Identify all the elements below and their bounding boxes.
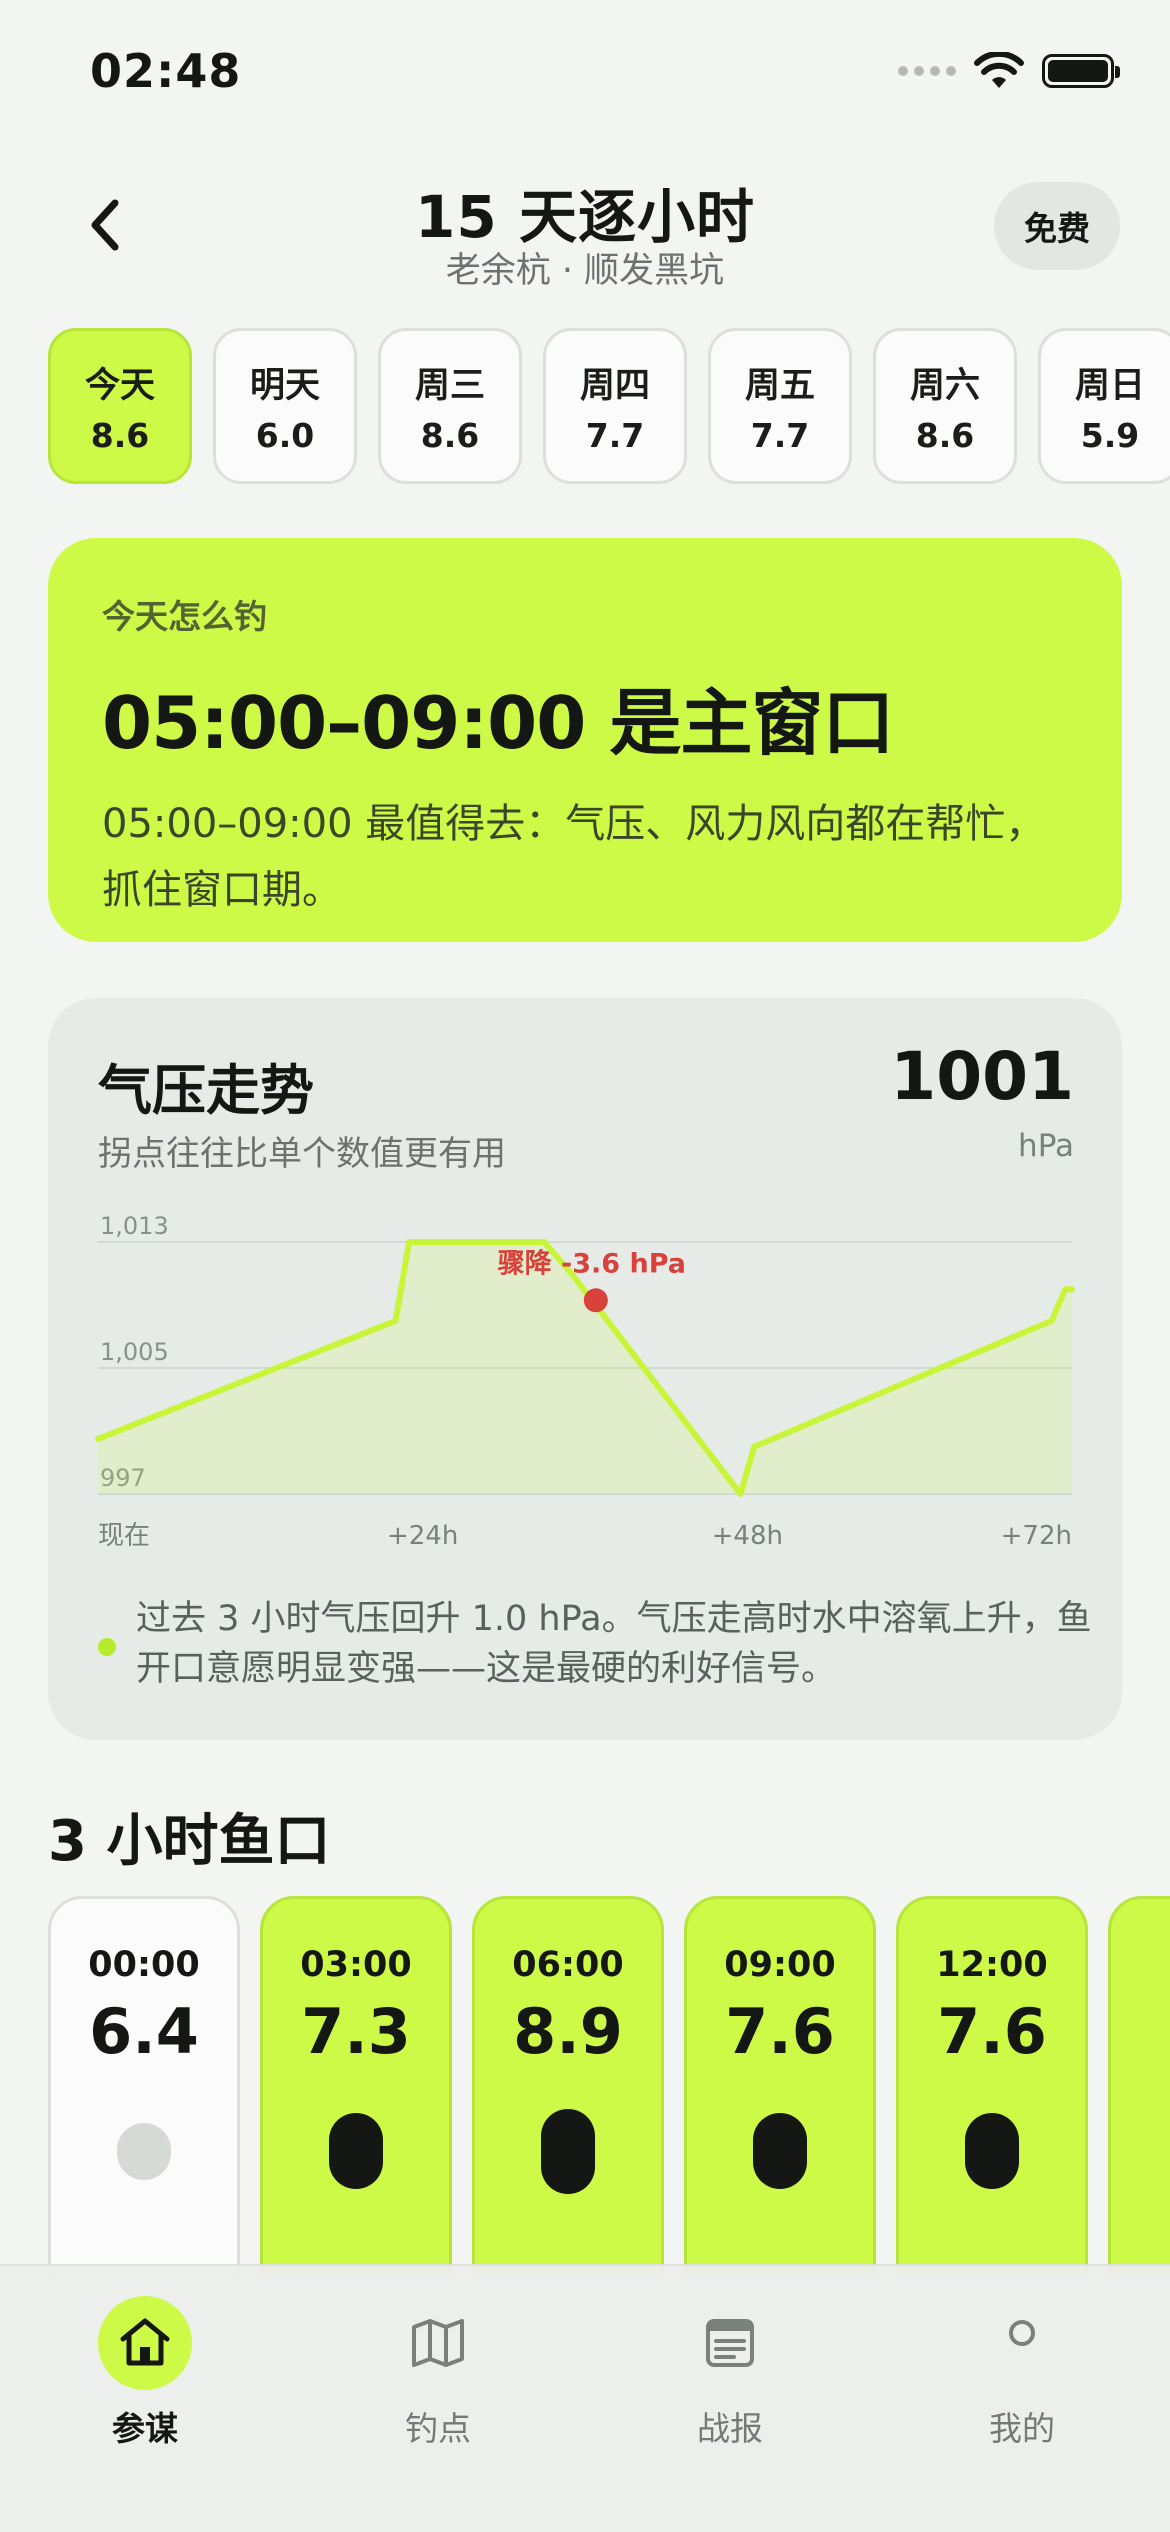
pressure-drop-marker	[583, 1288, 608, 1313]
main-window-title: 05:00–09:00 是主窗口	[102, 681, 894, 765]
tab-home[interactable]: 参谋	[45, 2296, 245, 2466]
day-tab[interactable]: 明天 6.0	[213, 328, 357, 484]
free-badge[interactable]: 免费	[994, 182, 1120, 270]
header: 15 天逐小时 老余杭 · 顺发黑坑 免费	[0, 150, 1170, 300]
profile-icon	[975, 2296, 1069, 2390]
pressure-note: 过去 3 小时气压回升 1.0 hPa。气压走高时水中溶氧上升，鱼开口意愿明显变…	[136, 1599, 1092, 1689]
x-tick-label: +24h	[387, 1521, 458, 1551]
hour-score: 7.6	[725, 1995, 835, 2068]
day-tab-score: 7.7	[750, 416, 810, 455]
hour-card[interactable]: 00:00 6.4	[48, 1896, 240, 2276]
hourly-list: 00:00 6.4 03:00 7.3 06:00 8.9 09:00 7.6 12:00 7.6	[48, 1896, 1170, 2276]
status-bar: 02:48	[0, 0, 1170, 140]
day-tab-label: 周四	[579, 366, 650, 406]
wifi-icon	[974, 52, 1024, 88]
hourly-section-title: 3 小时鱼口	[48, 1809, 331, 1874]
card-eyebrow: 今天怎么钓	[102, 597, 267, 636]
day-tab-label: 明天	[249, 366, 320, 406]
x-tick-label: +72h	[1001, 1521, 1072, 1551]
fishing-window-card: 今天怎么钓 05:00–09:00 是主窗口 05:00–09:00 最值得去：…	[48, 538, 1122, 942]
home-icon	[98, 2296, 192, 2390]
bite-level-indicator	[117, 2122, 171, 2180]
day-tabs: 今天 8.6 明天 6.0 周三 8.6 周四 7.7 周五 7.7 周六 8.6 周日 5.9	[48, 328, 1170, 484]
day-tab-label: 今天	[84, 366, 155, 406]
status-time: 02:48	[90, 44, 242, 98]
day-tab-score: 8.6	[915, 416, 975, 455]
battery-icon	[1042, 54, 1120, 88]
bite-level-indicator	[541, 2108, 595, 2194]
hour-score: 7.6	[937, 1995, 1047, 2068]
hour-time: 06:00	[512, 1945, 624, 1985]
hour-score: 7.3	[301, 1995, 411, 2068]
day-tab-score: 6.0	[255, 416, 315, 455]
day-tab-score: 8.6	[420, 416, 480, 455]
bite-level-indicator	[753, 2113, 807, 2189]
y-tick-label: 1,013	[100, 1212, 169, 1240]
note-bullet-icon	[98, 1638, 116, 1656]
hour-score: 6.4	[89, 1995, 199, 2068]
tab-profile[interactable]: 我的	[922, 2296, 1122, 2466]
y-tick-label: 1,005	[100, 1338, 169, 1366]
day-tab[interactable]: 今天 8.6	[48, 328, 192, 484]
window-description: 05:00–09:00 最值得去：气压、风力风向都在帮忙，抓住窗口期。	[102, 801, 1046, 913]
day-tab-label: 周三	[414, 366, 485, 406]
location-subtitle: 老余杭 · 顺发黑坑	[445, 251, 725, 291]
tab-label: 我的	[989, 2409, 1055, 2448]
x-tick-label: +48h	[712, 1521, 783, 1551]
hour-card[interactable]: 09:00 7.6	[684, 1896, 876, 2276]
day-tab[interactable]: 周六 8.6	[873, 328, 1017, 484]
day-tab-label: 周五	[744, 366, 815, 406]
day-tab-label: 周六	[909, 366, 980, 406]
bite-level-indicator	[329, 2113, 383, 2189]
day-tab-label: 周日	[1074, 366, 1145, 406]
day-tab[interactable]: 周日 5.9	[1038, 328, 1170, 484]
bottom-tab-bar: 参谋 钓点 战报 我的	[0, 2264, 1170, 2532]
hour-card[interactable]: 12:00 7.6	[896, 1896, 1088, 2276]
x-tick-label: 现在	[98, 1521, 150, 1551]
pressure-drop-label: 骤降 -3.6 hPa	[498, 1248, 686, 1279]
hour-time: 12:00	[936, 1945, 1048, 1985]
day-tab-score: 7.7	[585, 416, 645, 455]
hour-time: 09:00	[724, 1945, 836, 1985]
hour-card[interactable]: 06:00 8.9	[472, 1896, 664, 2276]
tab-label: 钓点	[405, 2409, 471, 2448]
hour-score: 8.9	[513, 1995, 623, 2068]
map-icon	[391, 2296, 485, 2390]
tab-map[interactable]: 钓点	[338, 2296, 538, 2466]
status-icons	[898, 52, 1120, 90]
hour-card[interactable]	[1108, 1896, 1170, 2276]
report-icon	[683, 2296, 777, 2390]
tab-report[interactable]: 战报	[630, 2296, 830, 2466]
cellular-signal-icon	[898, 66, 956, 76]
bite-level-indicator	[965, 2113, 1019, 2189]
day-tab[interactable]: 周三 8.6	[378, 328, 522, 484]
tab-label: 参谋	[112, 2409, 178, 2448]
hour-time: 00:00	[88, 1945, 200, 1985]
day-tab-score: 5.9	[1080, 416, 1140, 455]
hour-time: 03:00	[300, 1945, 412, 1985]
day-tab[interactable]: 周四 7.7	[543, 328, 687, 484]
day-tab-score: 8.6	[90, 416, 150, 455]
hour-card[interactable]: 03:00 7.3	[260, 1896, 452, 2276]
pressure-trend-card: 气压走势 拐点往往比单个数值更有用 1001 hPa 1,0131,005997…	[48, 998, 1122, 1740]
tab-label: 战报	[697, 2409, 763, 2448]
day-tab[interactable]: 周五 7.7	[708, 328, 852, 484]
